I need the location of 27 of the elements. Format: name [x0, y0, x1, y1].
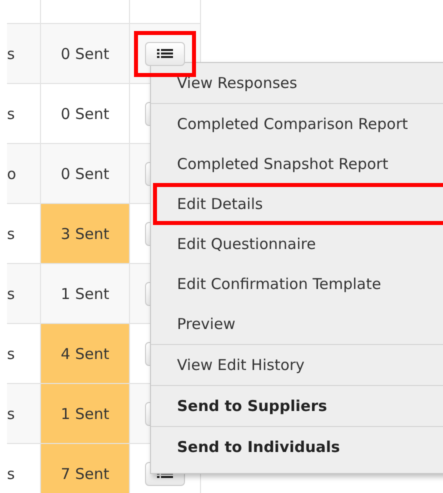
list-icon — [157, 49, 173, 58]
sent-count-cell: 3 Sent — [41, 204, 130, 263]
menu-item[interactable]: Completed Comparison Report — [157, 112, 428, 136]
table-cell: s — [7, 404, 15, 422]
table-cell: o — [7, 164, 16, 182]
sent-count-cell: 4 Sent — [41, 324, 130, 383]
menu-item[interactable]: Edit Confirmation Template — [157, 272, 402, 296]
sent-count-cell: 0 Sent — [41, 144, 130, 203]
actions-button[interactable] — [145, 42, 185, 66]
menu-item[interactable]: View Responses — [157, 71, 318, 95]
menu-item[interactable]: Preview — [157, 312, 256, 336]
menu-item[interactable]: Send to Individuals — [157, 435, 360, 459]
sent-count-cell: 7 Sent — [41, 444, 130, 493]
menu-item[interactable]: View Edit History — [157, 353, 325, 377]
sent-count-cell: 0 Sent — [41, 24, 130, 83]
menu-item[interactable]: Send to Suppliers — [157, 394, 348, 418]
table-cell: s — [7, 44, 15, 62]
sent-count-cell: 0 Sent — [41, 84, 130, 143]
table-cell: s — [7, 104, 15, 122]
menu-item[interactable]: Completed Snapshot Report — [157, 152, 408, 176]
table-cell: s — [7, 284, 15, 302]
table-cell: s — [7, 464, 15, 482]
sent-count-cell: 1 Sent — [41, 264, 130, 323]
sent-count-cell: 1 Sent — [41, 384, 130, 443]
table-cell: s — [7, 344, 15, 362]
table-cell: s — [7, 224, 15, 242]
menu-item[interactable]: Edit Questionnaire — [157, 232, 336, 256]
